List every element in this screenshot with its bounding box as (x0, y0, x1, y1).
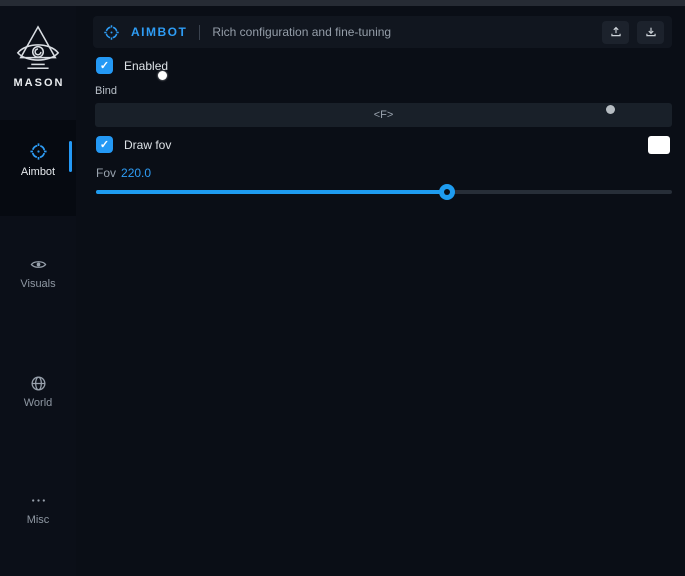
sidebar-item-label: Aimbot (21, 166, 55, 178)
brand-logo: MASON (0, 24, 76, 89)
sidebar-item-label: Visuals (20, 278, 55, 290)
draw-fov-row: ✓ Draw fov (96, 136, 171, 153)
header-divider (199, 25, 200, 40)
mason-pyramid-eye-icon (14, 24, 62, 74)
sidebar: MASON Aimbot Visuals World (0, 6, 76, 576)
fov-label: Fov (96, 166, 116, 180)
app-window: MASON Aimbot Visuals World (0, 0, 685, 576)
sidebar-item-aimbot[interactable]: Aimbot (0, 120, 76, 216)
mouse-cursor-dot (158, 71, 167, 80)
brand-name: MASON (12, 77, 65, 89)
sidebar-item-label: World (24, 397, 53, 409)
draw-fov-label: Draw fov (124, 138, 171, 152)
page-title: AIMBOT (131, 25, 187, 39)
draw-fov-checkbox[interactable]: ✓ (96, 136, 113, 153)
bind-key-field[interactable]: <F> (95, 103, 672, 127)
globe-icon (30, 375, 47, 392)
indicator-dot (606, 105, 615, 114)
eye-icon (30, 256, 47, 273)
sidebar-item-world[interactable]: World (0, 375, 76, 421)
bind-label: Bind (95, 85, 117, 97)
fov-slider[interactable] (96, 184, 672, 200)
header-actions (602, 21, 664, 44)
crosshair-icon (103, 24, 120, 41)
main-panel: AIMBOT Rich configuration and fine-tunin… (76, 6, 685, 576)
download-config-button[interactable] (637, 21, 664, 44)
download-icon (644, 25, 658, 39)
upload-icon (609, 25, 623, 39)
active-indicator-bar (69, 141, 72, 172)
enabled-row: ✓ Enabled (96, 57, 168, 74)
fov-slider-handle[interactable] (439, 184, 455, 200)
enabled-checkbox[interactable]: ✓ (96, 57, 113, 74)
fov-slider-fill (96, 190, 447, 194)
header-bar: AIMBOT Rich configuration and fine-tunin… (93, 16, 672, 48)
fov-label-row: Fov 220.0 (96, 166, 151, 180)
crosshair-icon (29, 142, 48, 161)
sidebar-item-misc[interactable]: Misc (0, 492, 76, 538)
sidebar-item-label: Misc (27, 514, 50, 526)
ellipsis-icon (30, 492, 47, 509)
page-subtitle: Rich configuration and fine-tuning (212, 25, 391, 39)
upload-config-button[interactable] (602, 21, 629, 44)
fov-value: 220.0 (121, 166, 151, 180)
sidebar-item-visuals[interactable]: Visuals (0, 256, 76, 302)
fov-color-swatch[interactable] (648, 136, 670, 154)
